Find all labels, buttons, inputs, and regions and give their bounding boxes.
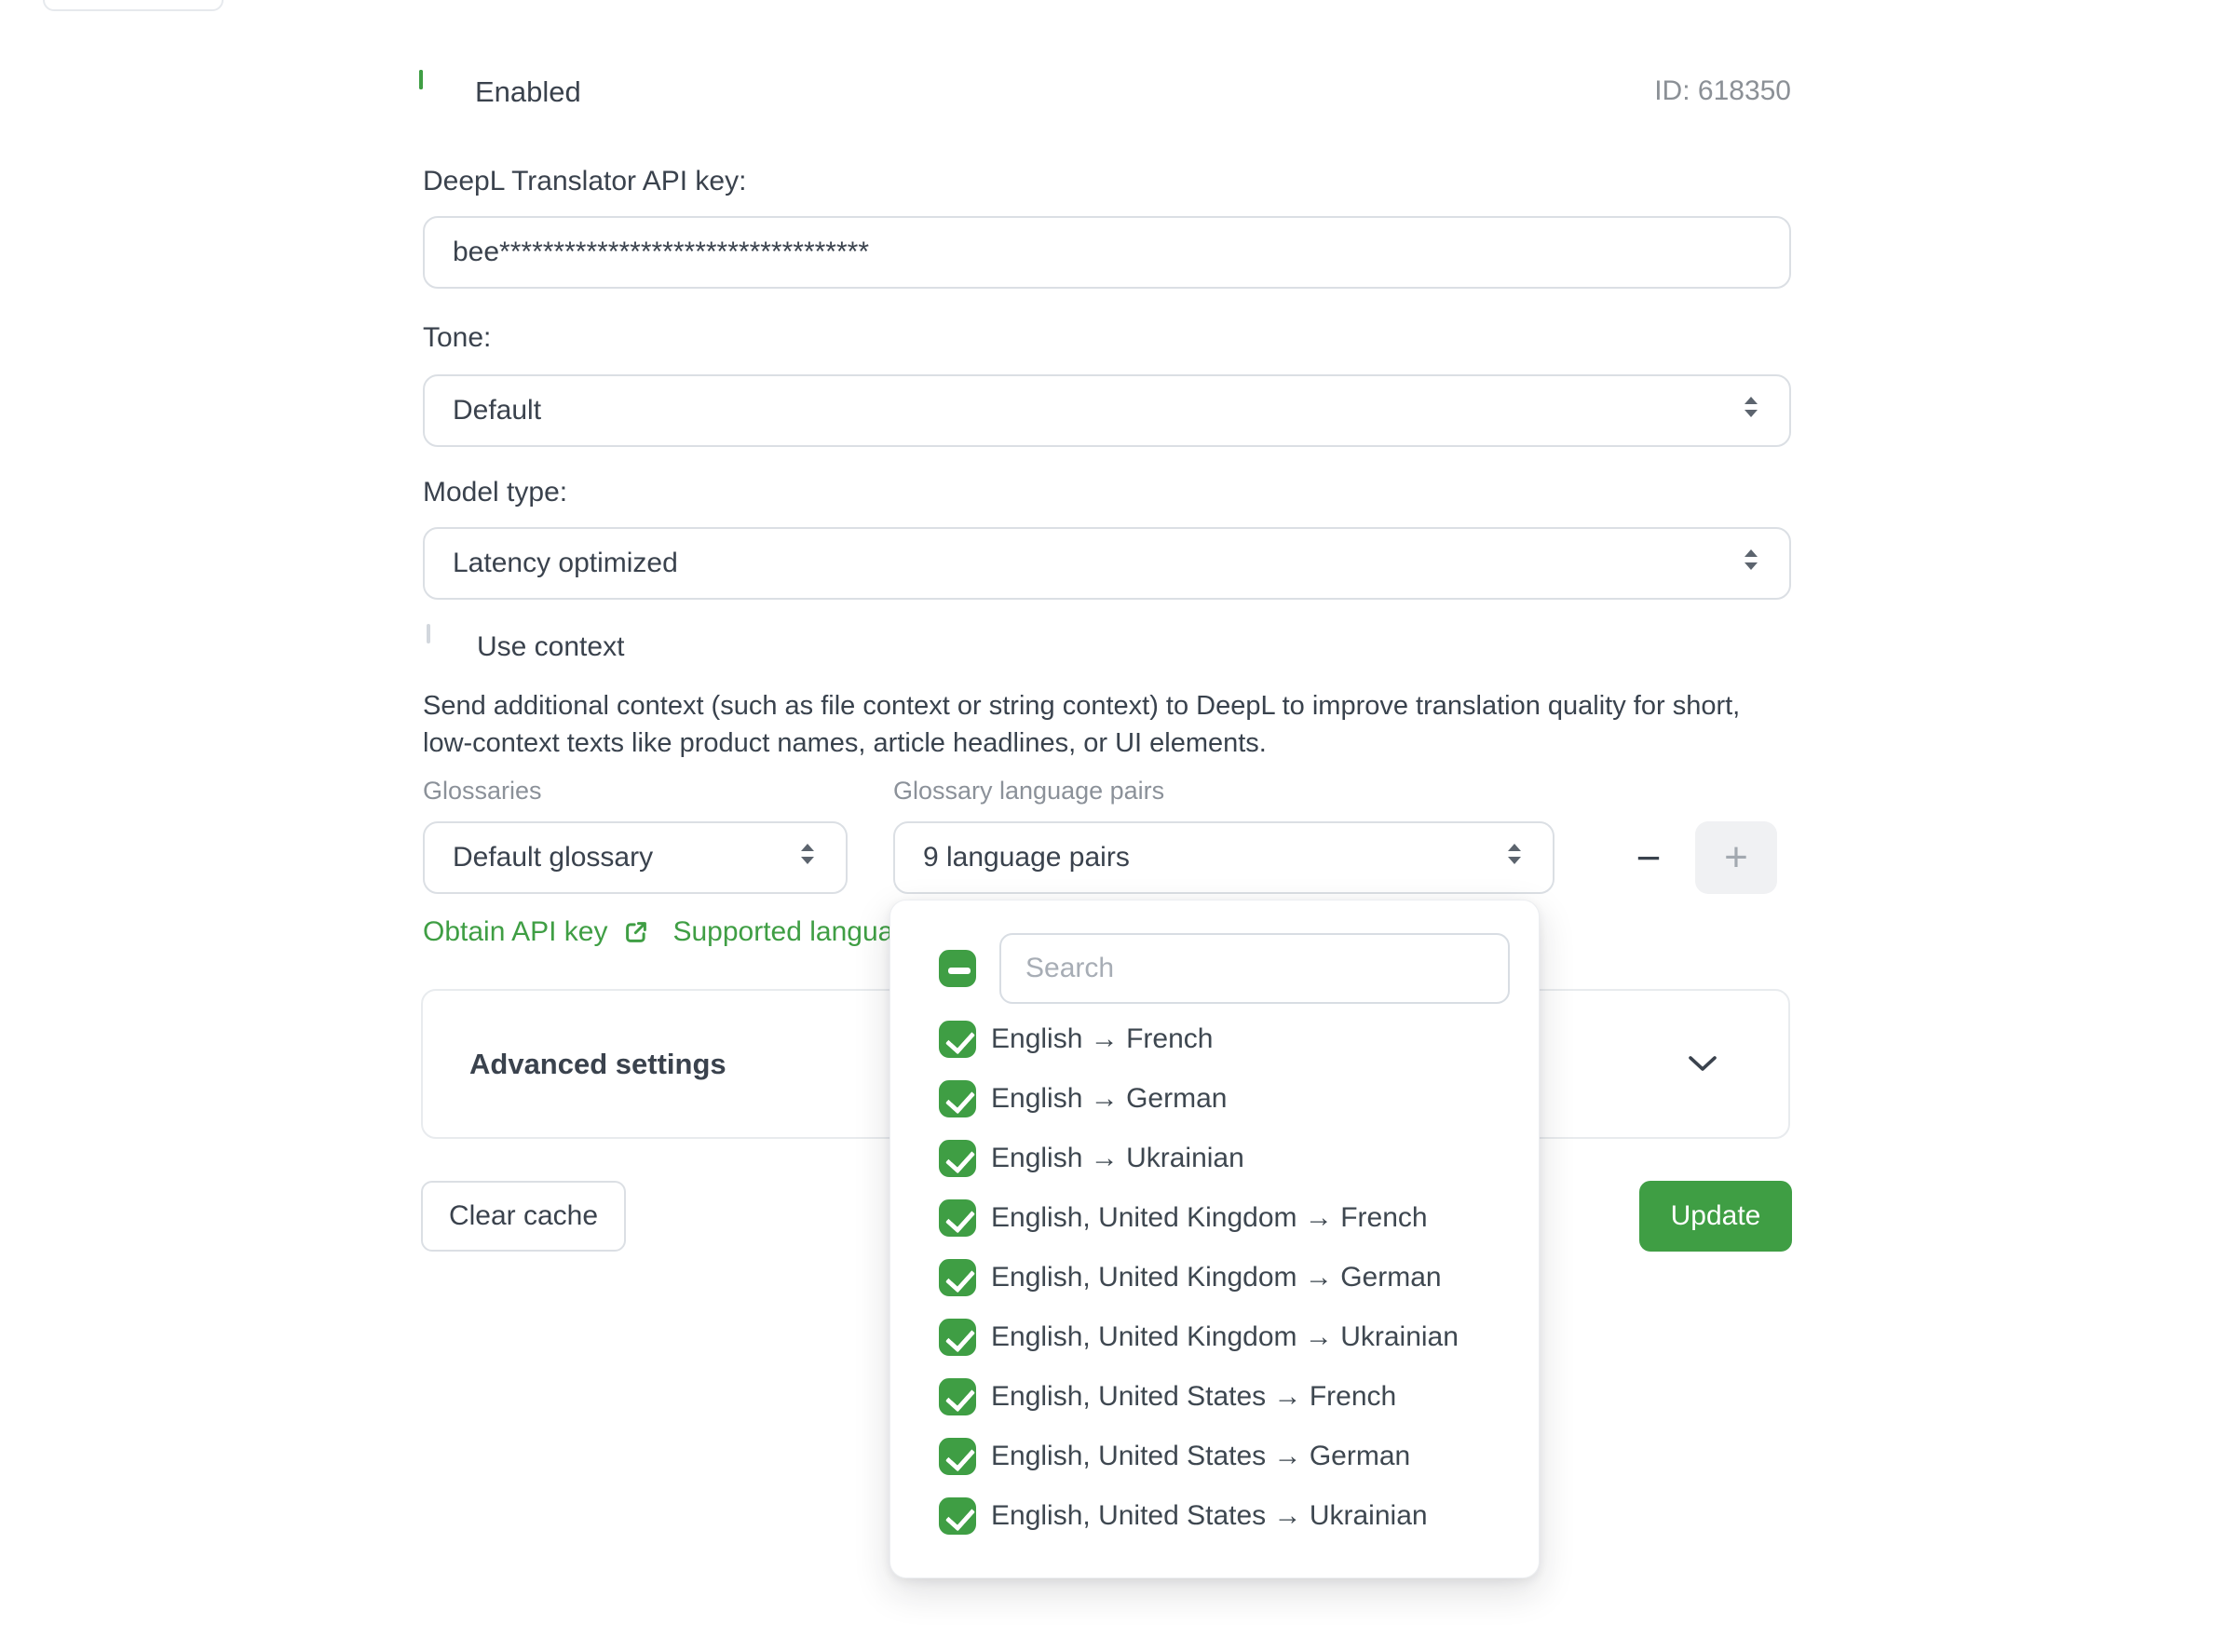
tone-label: Tone: [423, 322, 491, 354]
clipped-element-top-left [43, 0, 224, 11]
clear-cache-button[interactable]: Clear cache [421, 1181, 626, 1252]
chevron-down-icon [1687, 1055, 1718, 1074]
pairs-search-input[interactable] [999, 933, 1510, 1004]
glossaries-select-value: Default glossary [453, 842, 653, 873]
obtain-api-key-link[interactable]: Obtain API key [423, 916, 607, 948]
pair-checkbox[interactable] [939, 1080, 976, 1117]
links-row: Obtain API key Supported languages [423, 916, 939, 948]
use-context-label: Use context [477, 631, 624, 663]
model-type-select[interactable]: Latency optimized [423, 527, 1791, 600]
pair-checkbox[interactable] [939, 1378, 976, 1415]
pair-row[interactable]: English, United States → French [939, 1367, 1511, 1427]
pair-checkbox[interactable] [939, 1140, 976, 1177]
use-context-description: Send additional context (such as file co… [423, 687, 1773, 762]
tone-select-value: Default [453, 395, 541, 427]
pair-row[interactable]: English → French [939, 1009, 1511, 1069]
glossaries-select[interactable]: Default glossary [423, 821, 848, 894]
model-type-select-value: Latency optimized [453, 548, 678, 579]
pair-checkbox[interactable] [939, 1438, 976, 1475]
pair-label: English, United States → Ukrainian [991, 1500, 1428, 1532]
pair-label: English, United Kingdom → Ukrainian [991, 1321, 1459, 1353]
external-link-icon [622, 918, 650, 946]
pair-row[interactable]: English → German [939, 1069, 1511, 1129]
pair-label: English → German [991, 1083, 1227, 1115]
glossary-pairs-select-value: 9 language pairs [923, 842, 1130, 873]
advanced-settings-label: Advanced settings [469, 1048, 726, 1081]
glossary-pairs-label: Glossary language pairs [893, 777, 1164, 806]
enabled-checkbox[interactable] [419, 70, 423, 89]
pair-checkbox[interactable] [939, 1199, 976, 1237]
api-key-value: bee********************************** [453, 237, 869, 268]
update-button[interactable]: Update [1639, 1181, 1792, 1252]
pair-label: English, United Kingdom → German [991, 1262, 1442, 1293]
tone-select[interactable]: Default [423, 374, 1791, 447]
pair-row[interactable]: English → Ukrainian [939, 1129, 1511, 1188]
add-glossary-pair-button[interactable]: + [1695, 821, 1777, 894]
pair-label: English → Ukrainian [991, 1143, 1244, 1174]
pair-checkbox[interactable] [939, 1259, 976, 1296]
select-updown-icon [797, 840, 818, 875]
pair-label: English → French [991, 1023, 1213, 1055]
select-updown-icon [1741, 546, 1761, 581]
language-pairs-dropdown: English → French English → German Englis… [889, 900, 1540, 1578]
api-key-label: DeepL Translator API key: [423, 166, 746, 197]
pair-checkbox[interactable] [939, 1497, 976, 1535]
select-updown-icon [1504, 840, 1525, 875]
pair-checkbox[interactable] [939, 1021, 976, 1058]
pair-row[interactable]: English, United Kingdom → French [939, 1188, 1511, 1248]
pairs-list: English → French English → German Englis… [939, 1009, 1511, 1546]
pair-row[interactable]: English, United Kingdom → Ukrainian [939, 1307, 1511, 1367]
pair-checkbox[interactable] [939, 1319, 976, 1356]
glossary-pairs-select[interactable]: 9 language pairs [893, 821, 1555, 894]
select-all-pairs-checkbox[interactable] [939, 950, 976, 987]
model-type-label: Model type: [423, 477, 567, 508]
pair-label: English, United States → German [991, 1441, 1410, 1472]
select-updown-icon [1741, 393, 1761, 428]
pair-row[interactable]: English, United States → German [939, 1427, 1511, 1486]
enabled-label: Enabled [475, 75, 581, 109]
glossaries-label: Glossaries [423, 777, 542, 806]
api-key-input[interactable]: bee********************************** [423, 216, 1791, 289]
pair-row[interactable]: English, United States → Ukrainian [939, 1486, 1511, 1546]
entry-id: ID: 618350 [1654, 75, 1791, 107]
pair-label: English, United Kingdom → French [991, 1202, 1428, 1234]
pair-row[interactable]: English, United Kingdom → German [939, 1248, 1511, 1307]
remove-glossary-pair-button[interactable]: − [1619, 821, 1678, 894]
pair-label: English, United States → French [991, 1381, 1396, 1413]
use-context-checkbox[interactable] [427, 624, 430, 643]
